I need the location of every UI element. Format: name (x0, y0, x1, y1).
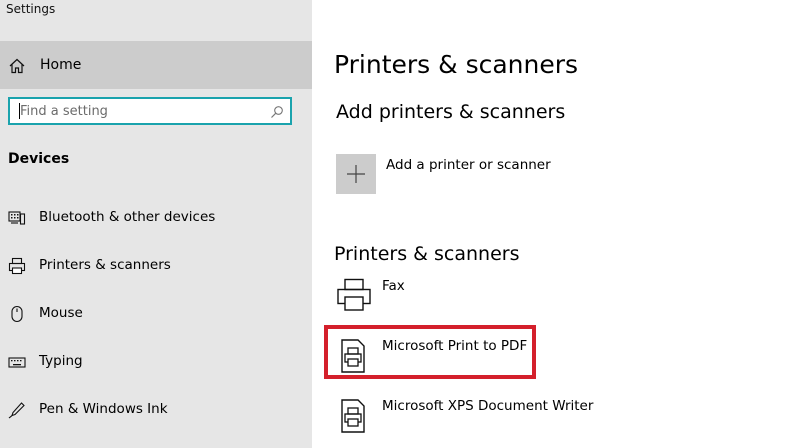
printer-name: Fax (382, 278, 405, 294)
sidebar-item-label: Printers & scanners (39, 257, 171, 273)
sidebar-item-label: Home (40, 57, 82, 73)
search-icon[interactable] (270, 104, 284, 118)
section-heading: Devices (8, 151, 70, 167)
printers-list-heading: Printers & scanners (334, 243, 520, 265)
printer-item-xps-writer[interactable]: Microsoft XPS Document Writer (334, 398, 634, 448)
mouse-icon (8, 305, 26, 323)
search-input[interactable] (20, 102, 260, 120)
sidebar-item-bluetooth[interactable]: Bluetooth & other devices (0, 193, 312, 241)
printer-name: Microsoft Print to PDF (382, 338, 528, 354)
search-box[interactable] (8, 97, 292, 125)
document-printer-icon (336, 338, 372, 374)
printer-name: Microsoft XPS Document Writer (382, 398, 594, 414)
page-title: Printers & scanners (334, 50, 579, 79)
add-printers-heading: Add printers & scanners (336, 101, 566, 123)
sidebar-item-printers[interactable]: Printers & scanners (0, 241, 312, 289)
sidebar-item-mouse[interactable]: Mouse (0, 289, 312, 337)
printer-item-print-to-pdf[interactable]: Microsoft Print to PDF (334, 338, 634, 388)
keyboard-icon (8, 353, 26, 371)
sidebar-item-label: Bluetooth & other devices (39, 209, 216, 225)
fax-printer-icon (336, 278, 372, 314)
bluetooth-devices-icon (8, 209, 26, 227)
home-icon (8, 57, 26, 75)
add-printer-button[interactable] (336, 154, 376, 194)
add-printer-label[interactable]: Add a printer or scanner (386, 157, 551, 173)
sidebar-item-label: Pen & Windows Ink (39, 401, 168, 417)
document-printer-icon (336, 398, 372, 434)
sidebar-item-label: Mouse (39, 305, 83, 321)
sidebar-item-typing[interactable]: Typing (0, 337, 312, 385)
main-content: Printers & scanners Add printers & scann… (312, 0, 800, 448)
sidebar: Settings Home Devices (0, 0, 312, 448)
sidebar-item-pen[interactable]: Pen & Windows Ink (0, 385, 312, 433)
pen-icon (8, 401, 26, 419)
printer-icon (8, 257, 26, 275)
plus-icon (347, 165, 365, 183)
sidebar-item-label: Typing (39, 353, 83, 369)
printer-item-fax[interactable]: Fax (334, 278, 634, 328)
app-title: Settings (6, 2, 56, 16)
sidebar-item-home[interactable]: Home (0, 41, 312, 89)
